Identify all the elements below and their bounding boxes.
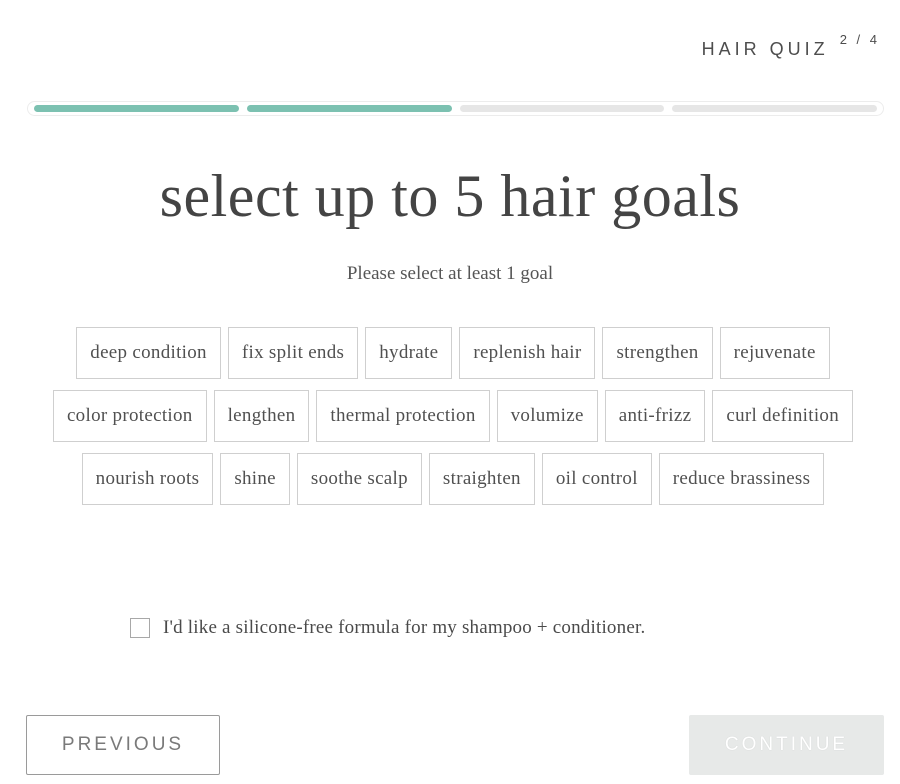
progress-segment-1 bbox=[34, 105, 239, 112]
goal-option-replenish-hair[interactable]: replenish hair bbox=[459, 327, 596, 379]
page-title: select up to 5 hair goals bbox=[159, 163, 741, 229]
goal-option-straighten[interactable]: straighten bbox=[428, 453, 535, 505]
page-subtitle: Please select at least 1 goal bbox=[346, 263, 554, 284]
goal-option-curl-definition[interactable]: curl definition bbox=[712, 390, 854, 442]
goal-option-strengthen[interactable]: strengthen bbox=[602, 327, 713, 379]
hair-goals-list: deep condition fix split ends hydrate re… bbox=[28, 327, 878, 505]
silicone-free-checkbox[interactable] bbox=[130, 618, 150, 638]
goal-option-thermal-protection[interactable]: thermal protection bbox=[316, 390, 490, 442]
silicone-free-option[interactable]: I'd like a silicone-free formula for my … bbox=[130, 617, 645, 639]
goal-option-soothe-scalp[interactable]: soothe scalp bbox=[296, 453, 422, 505]
goal-option-reduce-brassiness[interactable]: reduce brassiness bbox=[658, 453, 825, 505]
previous-button[interactable]: PREVIOUS bbox=[26, 715, 220, 775]
goal-option-shine[interactable]: shine bbox=[220, 453, 290, 505]
goal-option-deep-condition[interactable]: deep condition bbox=[76, 327, 221, 379]
goal-option-nourish-roots[interactable]: nourish roots bbox=[81, 453, 214, 505]
goal-option-lengthen[interactable]: lengthen bbox=[213, 390, 310, 442]
goal-option-color-protection[interactable]: color protection bbox=[52, 390, 207, 442]
goal-option-oil-control[interactable]: oil control bbox=[541, 453, 652, 505]
silicone-free-label: I'd like a silicone-free formula for my … bbox=[163, 617, 646, 638]
quiz-header: HAIR QUIZ 2 / 4 bbox=[701, 32, 880, 60]
progress-segment-4 bbox=[672, 105, 877, 112]
progress-segment-2 bbox=[246, 105, 452, 112]
goal-option-hydrate[interactable]: hydrate bbox=[365, 327, 453, 379]
goal-option-volumize[interactable]: volumize bbox=[496, 390, 598, 442]
continue-button[interactable]: CONTINUE bbox=[689, 715, 884, 775]
quiz-progress-bar bbox=[27, 101, 884, 116]
progress-segment-3 bbox=[459, 105, 665, 112]
quiz-title: HAIR QUIZ bbox=[701, 39, 829, 59]
goal-option-anti-frizz[interactable]: anti-frizz bbox=[604, 390, 706, 442]
quiz-step-counter: 2 / 4 bbox=[839, 32, 880, 47]
goal-option-rejuvenate[interactable]: rejuvenate bbox=[719, 327, 830, 379]
goal-option-fix-split-ends[interactable]: fix split ends bbox=[227, 327, 359, 379]
